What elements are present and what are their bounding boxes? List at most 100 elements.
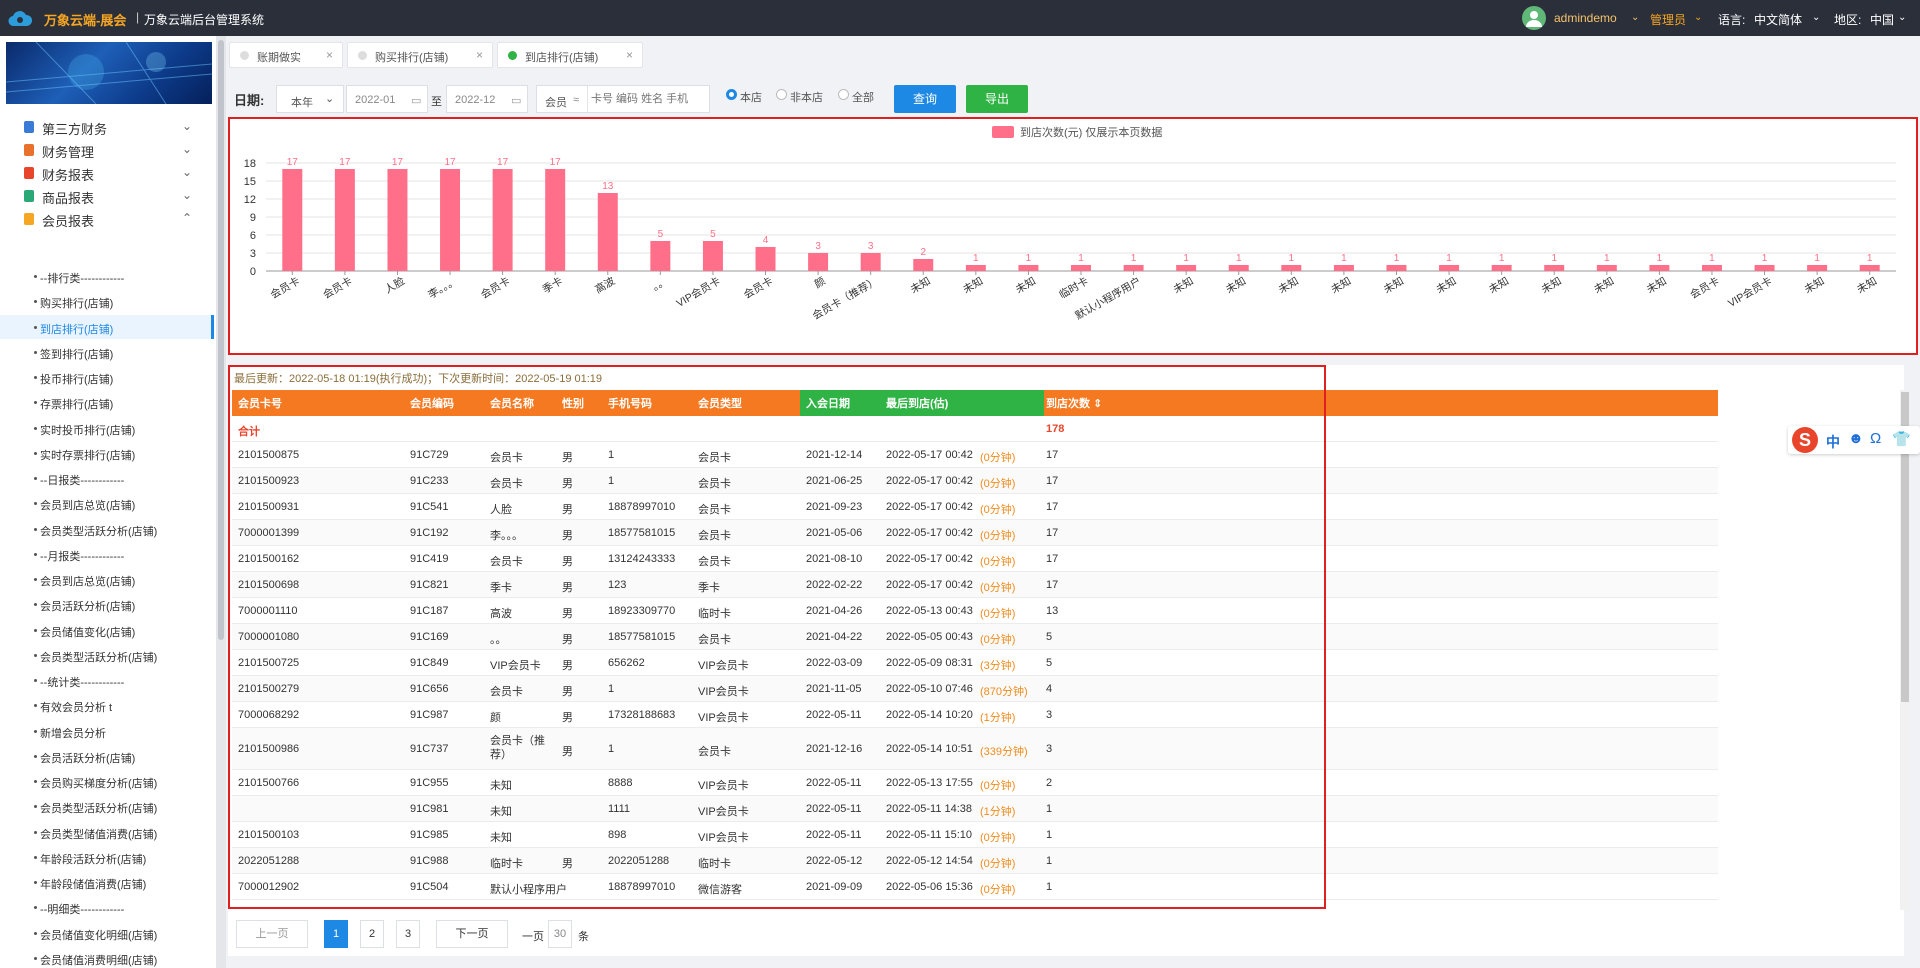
cell-join: 2021-04-26 <box>806 605 863 617</box>
sidebar-submenu-item[interactable]: 会员储值变化(店铺) <box>0 618 214 642</box>
sidebar-submenu-item[interactable]: 会员类型活跃分析(店铺) <box>0 517 214 541</box>
chevron-down-icon: ⌄ <box>182 165 193 179</box>
page-3-button[interactable]: 3 <box>396 920 420 948</box>
table-row[interactable]: 2101500279 91C656 会员卡 男 1 VIP会员卡 2021-11-05 202… <box>232 676 1718 702</box>
per-page-label: 一页 <box>522 931 544 943</box>
sidebar-submenu-item[interactable]: 实时存票排行(店铺) <box>0 441 214 465</box>
chevron-down-icon: ⌄ <box>1694 12 1703 23</box>
sidebar-submenu-item[interactable]: 会员类型活跃分析(店铺) <box>0 643 214 667</box>
page-1-button[interactable]: 1 <box>324 920 348 948</box>
sidebar-submenu-label: 投币排行(店铺) <box>40 374 114 386</box>
page-2-button[interactable]: 2 <box>360 920 384 948</box>
sidebar-submenu-item[interactable]: 年龄段活跃分析(店铺) <box>0 845 214 869</box>
close-icon[interactable]: × <box>476 48 483 62</box>
start-date-input[interactable]: 2022-01 ▭ <box>346 85 428 113</box>
x-tick-label: 临时卡 <box>1057 274 1091 301</box>
member-search-input[interactable] <box>591 89 705 109</box>
per-page-input[interactable]: 30 <box>548 920 572 948</box>
table-row[interactable]: 2101500766 91C955 未知 8888 VIP会员卡 2022-05-11 20… <box>232 770 1718 796</box>
sidebar-submenu-label: 到店排行(店铺) <box>40 323 114 336</box>
cell-gender: 男 <box>562 452 573 464</box>
sidebar-submenu-item[interactable]: 有效会员分析 t <box>0 693 214 717</box>
legend-swatch <box>992 126 1014 138</box>
cell-phone: 1 <box>608 475 615 487</box>
table-row[interactable]: 7000068292 91C987 颜 男 17328188683 VIP会员卡 2022-… <box>232 702 1718 728</box>
table-row[interactable]: 7000001399 91C192 李。。。 男 18577581015 会员卡 2021-… <box>232 520 1718 546</box>
sidebar-submenu-item[interactable]: 实时投币排行(店铺) <box>0 416 214 440</box>
radio-this-store[interactable] <box>726 89 737 100</box>
table-row[interactable]: 2022051288 91C988 临时卡 男 2022051288 临时卡 2022-05… <box>232 848 1718 874</box>
role-menu[interactable]: 管理员 <box>1650 11 1686 28</box>
ime-symbol-icon[interactable]: Ω <box>1870 430 1881 447</box>
sidebar-submenu-item[interactable]: 会员储值消费明细(店铺) <box>0 946 214 968</box>
sidebar-submenu-item[interactable]: 投币排行(店铺) <box>0 365 214 389</box>
sidebar-submenu-item[interactable]: 年龄段储值消费(店铺) <box>0 870 214 894</box>
end-date-input[interactable]: 2022-12 ▭ <box>446 85 528 113</box>
tab-1[interactable]: 账期做实 × <box>229 42 343 68</box>
sidebar-submenu-item[interactable]: 会员储值变化明细(店铺) <box>0 921 214 945</box>
next-page-button[interactable]: 下一页 <box>436 920 508 948</box>
bullet-icon <box>34 401 37 405</box>
bar <box>1281 265 1302 271</box>
language-select[interactable]: 中文简体 <box>1754 11 1802 28</box>
bullet-icon <box>34 477 37 480</box>
bar <box>1123 265 1144 271</box>
sidebar-submenu-item[interactable]: 会员类型储值消费(店铺) <box>0 820 214 844</box>
sidebar-scrollbar-thumb[interactable] <box>218 40 224 640</box>
table-row[interactable]: 2101500103 91C985 未知 898 VIP会员卡 2022-05-11 202… <box>232 822 1718 848</box>
bar-value-label: 1 <box>1551 253 1557 264</box>
cell-count: 17 <box>1046 501 1059 513</box>
close-icon[interactable]: × <box>326 48 333 62</box>
period-select[interactable]: 本年 ⌄ <box>276 85 344 113</box>
table-row[interactable]: 91C981 未知 1111 VIP会员卡 2022-05-11 2022-05-11 1… <box>232 796 1718 822</box>
sidebar-submenu-item[interactable]: 会员到店总览(店铺) <box>0 567 214 591</box>
sidebar-submenu-item[interactable]: 会员到店总览(店铺) <box>0 491 214 515</box>
table-row[interactable]: 2101500986 91C737 会员卡（推荐） 男 1 会员卡 2021-12-16 20… <box>232 728 1718 770</box>
sidebar-submenu-item[interactable]: 会员活跃分析(店铺) <box>0 592 214 616</box>
table-row[interactable]: 7000001110 91C187 高波 男 18923309770 临时卡 2021-04… <box>232 598 1718 624</box>
sidebar-submenu-item[interactable]: 会员类型活跃分析(店铺) <box>0 794 214 818</box>
region-select[interactable]: 中国 <box>1870 11 1894 28</box>
sidebar-submenu-item[interactable]: 签到排行(店铺) <box>0 340 214 364</box>
table-row[interactable]: 2101500725 91C849 VIP会员卡 男 656262 VIP会员卡 2022-… <box>232 650 1718 676</box>
cell-code: 91C233 <box>410 475 449 487</box>
cell-code: 91C656 <box>410 683 449 695</box>
sidebar-menu-label: 财务管理 <box>42 145 95 160</box>
table-row[interactable]: 7000001080 91C169 。。 男 18577581015 会员卡 2021-04… <box>232 624 1718 650</box>
ime-language-toggle[interactable]: 中 <box>1826 432 1840 452</box>
table-row[interactable]: 2101500698 91C821 季卡 男 123 季卡 2022-02-22 2022-0… <box>232 572 1718 598</box>
table-row[interactable]: 7000012902 91C504 默认小程序用户 18878997010 微信游客 20… <box>232 874 1718 900</box>
sidebar-submenu-item[interactable]: 会员活跃分析(店铺) <box>0 744 214 768</box>
tab-2[interactable]: 购买排行(店铺) × <box>347 42 493 68</box>
table-row[interactable]: 2101500875 91C729 会员卡 男 1 会员卡 2021-12-14 2022-0… <box>232 442 1718 468</box>
sidebar-menu-5[interactable]: 会员报表 ⌃ <box>0 206 212 232</box>
export-button[interactable]: 导出 <box>966 85 1028 113</box>
filter-bar: 日期: 本年 ⌄ 2022-01 ▭ 至 2022-12 ▭ 会员 ≈ 本店 非… <box>228 80 1908 116</box>
sidebar-submenu-item[interactable]: 购买排行(店铺) <box>0 289 214 313</box>
sidebar-submenu-item[interactable]: 新增会员分析 <box>0 719 214 743</box>
sidebar-submenu-item[interactable]: 会员购买梯度分析(店铺) <box>0 769 214 793</box>
cell-elapsed-minutes: (0分钟) <box>980 530 1016 542</box>
sidebar-submenu-item[interactable]: 到店排行(店铺) <box>0 314 214 339</box>
cell-card: 7000001399 <box>238 527 300 539</box>
ime-toolbar[interactable]: S 中 ☻ Ω 👕 <box>1788 426 1920 454</box>
user-avatar-icon[interactable] <box>1522 6 1546 30</box>
ime-skin-icon[interactable]: 👕 <box>1892 430 1911 448</box>
table-row[interactable]: 2101500923 91C233 会员卡 男 1 会员卡 2021-06-25 2022-0… <box>232 468 1718 494</box>
sort-column-header[interactable]: 到店次数 ⇕ <box>1046 395 1102 411</box>
tab-3[interactable]: 到店排行(店铺) × <box>497 42 643 68</box>
radio-other-store[interactable] <box>776 89 787 100</box>
member-type-select[interactable]: 会员 <box>545 94 567 110</box>
table-row[interactable]: 2101500931 91C541 人脸 男 18878997010 会员卡 2021-09… <box>232 494 1718 520</box>
query-button[interactable]: 查询 <box>894 85 956 113</box>
sidebar-section-label: --明细类------------ <box>0 895 214 919</box>
cell-phone: 18577581015 <box>608 631 676 643</box>
sidebar-submenu-item[interactable]: 存票排行(店铺) <box>0 390 214 414</box>
prev-page-button[interactable]: 上一页 <box>236 920 308 948</box>
ime-emoji-icon[interactable]: ☻ <box>1848 430 1864 447</box>
table-row[interactable]: 2101500162 91C419 会员卡 男 13124243333 会员卡 2021-0… <box>232 546 1718 572</box>
bar-value-label: 1 <box>1867 253 1873 264</box>
radio-all[interactable] <box>838 89 849 100</box>
close-icon[interactable]: × <box>626 48 633 62</box>
user-menu[interactable]: admindemo <box>1554 11 1617 25</box>
